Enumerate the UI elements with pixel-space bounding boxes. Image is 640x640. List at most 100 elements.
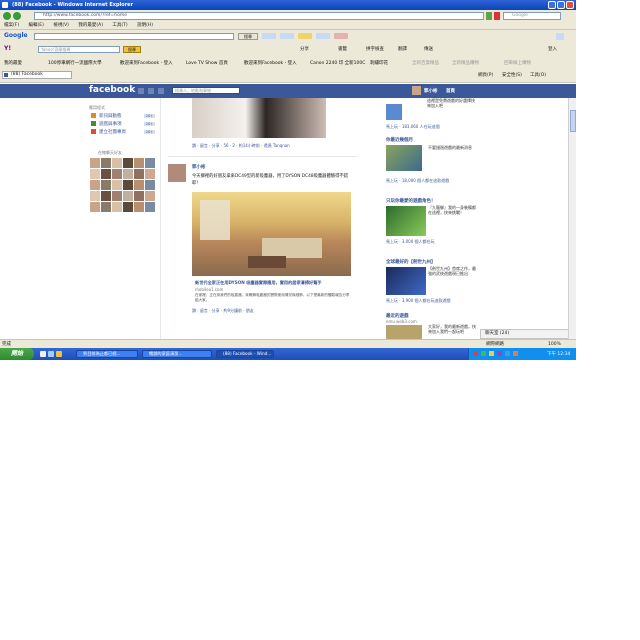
back-button[interactable] (3, 12, 11, 20)
close-button[interactable] (566, 1, 574, 9)
left-nav-item[interactable]: 遊戲與事項 (99, 121, 122, 127)
taskbar-task[interactable]: 到目前為止都已經... (76, 350, 138, 358)
home-link[interactable]: 首頁 (446, 88, 455, 94)
friend-thumbnail[interactable] (123, 158, 133, 168)
friend-thumbnail[interactable] (112, 169, 122, 179)
friend-thumbnail[interactable] (90, 158, 100, 168)
avatar[interactable] (412, 86, 421, 95)
yahoo-search-button[interactable]: 搜尋 (123, 46, 141, 53)
chat-bar[interactable]: 聊天室 (24) (480, 329, 576, 339)
post-actions[interactable]: 讚 · 留言 · 分享 · 56 · 2 · 約14小時前 · 透過 Tanqn… (192, 143, 290, 149)
friend-thumbnail[interactable] (90, 202, 100, 212)
stop-icon[interactable] (494, 12, 500, 20)
friend-thumbnail[interactable] (134, 191, 144, 201)
link-title[interactable]: 新世代全家正在用DYSON 吸塵器實際應用，實用的居家清掃好幫手 (195, 280, 322, 286)
ad-like[interactable]: 馬上玩 · 3,900 個人都在玩這款遊戲 (386, 298, 451, 304)
tray-icon[interactable] (505, 351, 510, 356)
quicklaunch-icon[interactable] (56, 351, 62, 357)
ie-tools-menu[interactable]: 工具(O) (530, 72, 546, 78)
friend-thumbnail[interactable] (145, 169, 155, 179)
tray-icon[interactable] (473, 351, 478, 356)
google-tool-chip[interactable] (334, 33, 348, 39)
facebook-search-input[interactable]: 搜尋人、地點和事物 (172, 87, 240, 94)
tray-icon[interactable] (481, 351, 486, 356)
search-box[interactable]: Google (503, 12, 561, 20)
left-nav-item[interactable]: 建立社團專頁 (99, 129, 126, 135)
friend-thumbnail[interactable] (101, 158, 111, 168)
friend-thumbnail[interactable] (134, 169, 144, 179)
friend-thumbnail[interactable] (134, 158, 144, 168)
post-actions[interactable]: 讚 · 留言 · 分享 · 約9分鐘前 · 朋友 (192, 308, 254, 314)
google-tool-chip[interactable] (298, 33, 312, 39)
tab-facebook[interactable]: (88) Facebook (2, 71, 72, 79)
clock[interactable]: 下午 12:34 (547, 351, 570, 357)
friend-thumbnail[interactable] (90, 191, 100, 201)
friend-thumbnail[interactable] (145, 180, 155, 190)
menu-file[interactable]: 檔案(F) (4, 23, 19, 28)
google-tool-chip[interactable] (316, 33, 330, 39)
menu-favorites[interactable]: 我的最愛(A) (78, 23, 103, 28)
taskbar-task[interactable]: 暢銷的家庭清潔... (142, 350, 212, 358)
ad-like[interactable]: 馬上玩 · 3,000 個人都在玩 (386, 239, 435, 245)
ie-page-menu[interactable]: 網頁(P) (478, 72, 493, 78)
friend-thumbnail[interactable] (123, 180, 133, 190)
friend-requests-icon[interactable] (138, 88, 144, 94)
refresh-icon[interactable] (486, 12, 492, 20)
yahoo-share[interactable]: 分享 (300, 46, 309, 52)
bookmark-item[interactable]: 全新精品購物 (452, 60, 479, 66)
ad-title[interactable]: 全球最好的【劍世九州】 (386, 259, 436, 265)
favorites-button[interactable]: 我的最愛 (4, 60, 22, 66)
yahoo-bookmarks[interactable]: 書籤 (338, 46, 347, 52)
google-tool-chip[interactable] (262, 33, 276, 39)
yahoo-translate[interactable]: 翻譯 (398, 46, 407, 52)
bookmark-item[interactable]: 100停車網行一流國際大學 (48, 60, 102, 66)
bookmark-item[interactable]: 歡迎來到Facebook - 登入 (120, 60, 173, 66)
yahoo-login[interactable]: 登入 (548, 46, 557, 52)
bookmark-item[interactable]: Canon 2240 印 全新100C (310, 60, 365, 66)
google-search-input[interactable] (34, 33, 234, 40)
facebook-logo[interactable]: facebook (89, 85, 135, 95)
friend-thumbnail[interactable] (145, 202, 155, 212)
yahoo-spellcheck[interactable]: 拼字檢查 (366, 46, 384, 52)
tray-icon[interactable] (513, 351, 518, 356)
messages-icon[interactable] (148, 88, 154, 94)
bookmark-item[interactable]: 刺繡印花 (370, 60, 388, 66)
address-bar[interactable]: http://www.facebook.com/?ref=home (34, 12, 484, 20)
friend-thumbnail[interactable] (112, 180, 122, 190)
friend-thumbnail[interactable] (112, 202, 122, 212)
bookmark-item[interactable]: Love TV Show 首頁 (186, 60, 228, 66)
friend-thumbnail[interactable] (101, 191, 111, 201)
ad-title[interactable]: 你最近幾個月 (386, 137, 413, 143)
settings-icon[interactable] (556, 33, 564, 40)
scrollbar[interactable] (568, 98, 576, 339)
tray-icon[interactable] (497, 351, 502, 356)
yahoo-search-input[interactable]: Yahoo!奇摩搜尋 (38, 46, 120, 53)
tray-icon[interactable] (489, 351, 494, 356)
friend-thumbnail[interactable] (134, 180, 144, 190)
google-tool-chip[interactable] (280, 33, 294, 39)
friend-thumbnail[interactable] (134, 202, 144, 212)
link-preview-image[interactable] (192, 192, 351, 276)
bookmark-item[interactable]: 回車線上購物 (504, 60, 531, 66)
friend-thumbnail[interactable] (90, 169, 100, 179)
friend-thumbnail[interactable] (112, 158, 122, 168)
friend-thumbnail[interactable] (123, 191, 133, 201)
menu-help[interactable]: 說明(H) (137, 23, 153, 28)
friend-thumbnail[interactable] (112, 191, 122, 201)
post-author[interactable]: 郭小彬 (192, 164, 206, 170)
ad-thumbnail[interactable] (386, 104, 402, 120)
friend-thumbnail[interactable] (123, 202, 133, 212)
ad-thumbnail[interactable] (386, 206, 426, 236)
post-photo[interactable] (192, 98, 326, 138)
ad-like[interactable]: 馬上玩 · 183,060 人在玩這個 (386, 124, 440, 130)
friend-thumbnail[interactable] (90, 180, 100, 190)
scrollbar-thumb[interactable] (570, 110, 576, 132)
menu-view[interactable]: 檢視(V) (53, 23, 69, 28)
maximize-button[interactable] (557, 1, 565, 9)
friend-thumbnail[interactable] (123, 169, 133, 179)
yahoo-send[interactable]: 傳送 (424, 46, 433, 52)
ad-thumbnail[interactable] (386, 325, 422, 339)
bookmark-item[interactable]: 全新百貨精品 (412, 60, 439, 66)
ad-thumbnail[interactable] (386, 267, 426, 295)
left-nav-item[interactable]: 新訊與動態 (99, 113, 122, 119)
